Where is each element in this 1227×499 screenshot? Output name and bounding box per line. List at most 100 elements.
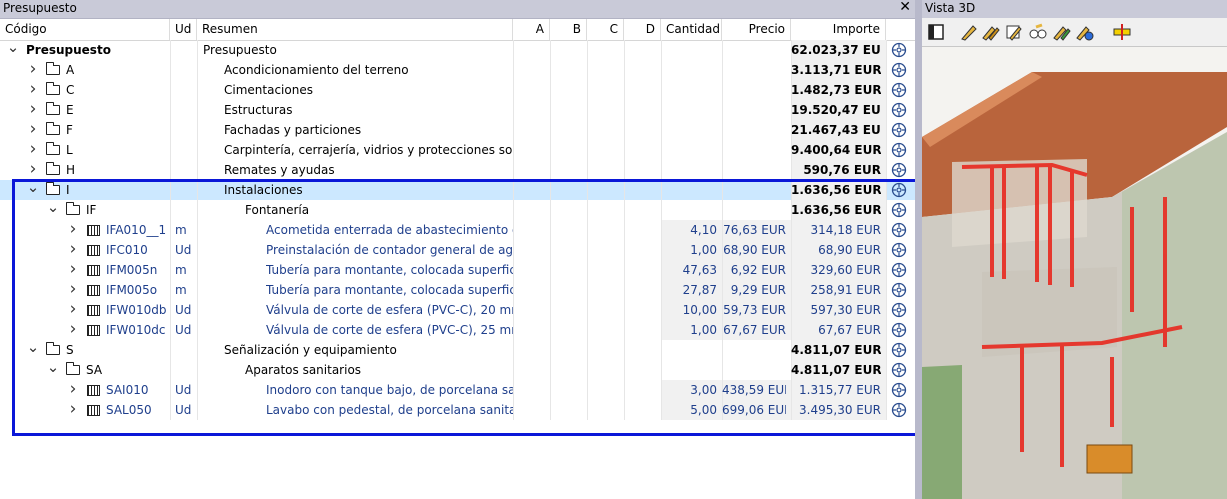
budget-titlebar: Presupuesto ✕ xyxy=(0,0,915,19)
chapter-row[interactable]: › C Cimentaciones 1.482,73 EUR xyxy=(0,80,915,100)
chevron-right-icon[interactable]: › xyxy=(26,140,40,160)
row-quantity xyxy=(661,340,717,360)
column-divider xyxy=(624,40,625,60)
chevron-right-icon[interactable]: › xyxy=(26,60,40,80)
nodes-icon[interactable] xyxy=(1028,22,1048,42)
crosshair-icon[interactable] xyxy=(891,102,907,118)
layout-icon[interactable] xyxy=(926,22,946,42)
row-summary: Fontanería xyxy=(245,203,310,217)
pencil-blue-icon[interactable] xyxy=(1075,22,1095,42)
close-icon[interactable]: ✕ xyxy=(899,0,911,15)
chevron-right-icon[interactable]: › xyxy=(66,380,80,400)
crosshair-icon[interactable] xyxy=(891,82,907,98)
edit-element-icon[interactable] xyxy=(1004,22,1024,42)
crosshair-icon[interactable] xyxy=(891,282,907,298)
crosshair-icon[interactable] xyxy=(891,42,907,58)
table-row[interactable]: › IFW010dc Ud Válvula de corte de esfera (P… xyxy=(0,320,915,340)
chevron-right-icon[interactable]: › xyxy=(26,100,40,120)
chevron-right-icon[interactable]: › xyxy=(66,300,80,320)
view-3d-toolbar xyxy=(922,18,1227,47)
table-row[interactable]: › IFW010db Ud Válvula de corte de esfera (P… xyxy=(0,300,915,320)
chevron-right-icon[interactable]: › xyxy=(26,120,40,140)
chapter-row[interactable]: › L Carpintería, cerrajería, vidrios y pro… xyxy=(0,140,915,160)
row-code: F xyxy=(66,123,73,137)
crosshair-icon[interactable] xyxy=(891,322,907,338)
crosshair-icon[interactable] xyxy=(891,242,907,258)
crosshair-icon[interactable] xyxy=(891,62,907,78)
column-divider xyxy=(513,180,514,200)
column-divider xyxy=(197,160,198,180)
pencil-green-icon[interactable] xyxy=(1052,22,1072,42)
crosshair-icon[interactable] xyxy=(891,162,907,178)
crosshair-icon[interactable] xyxy=(891,142,907,158)
crosshair-icon[interactable] xyxy=(891,342,907,358)
col-header-resumen[interactable]: Resumen xyxy=(197,19,513,40)
chevron-down-icon[interactable]: ⌄ xyxy=(46,200,60,220)
panel-splitter[interactable] xyxy=(915,0,922,499)
column-divider xyxy=(550,400,551,420)
chapter-row[interactable]: ⌄ I Instalaciones 1.636,56 EUR xyxy=(0,180,915,200)
crosshair-icon[interactable] xyxy=(891,402,907,418)
col-header-a[interactable]: A xyxy=(513,19,550,40)
crosshair-icon[interactable] xyxy=(891,182,907,198)
col-header-c[interactable]: C xyxy=(587,19,624,40)
chevron-down-icon[interactable]: ⌄ xyxy=(26,180,40,200)
col-header-precio[interactable]: Precio xyxy=(722,19,791,40)
table-row[interactable]: › IFA010__1 m Acometida enterrada de abaste… xyxy=(0,220,915,240)
table-row[interactable]: › SAL050 Ud Lavabo con pedestal, de porcela… xyxy=(0,400,915,420)
chevron-right-icon[interactable]: › xyxy=(66,220,80,240)
chapter-row[interactable]: ⌄ SA Aparatos sanitarios 4.811,07 EUR xyxy=(0,360,915,380)
column-divider xyxy=(513,80,514,100)
chevron-right-icon[interactable]: › xyxy=(66,280,80,300)
folder-icon xyxy=(45,62,60,75)
chevron-right-icon[interactable]: › xyxy=(66,240,80,260)
row-unit: m xyxy=(175,283,187,297)
row-summary: Acondicionamiento del terreno xyxy=(224,63,409,77)
chapter-row[interactable]: › A Acondicionamiento del terreno 3.113,71 … xyxy=(0,60,915,80)
chevron-right-icon[interactable]: › xyxy=(26,80,40,100)
crosshair-icon[interactable] xyxy=(891,202,907,218)
crosshair-icon[interactable] xyxy=(891,382,907,398)
column-divider xyxy=(550,360,551,380)
chevron-down-icon[interactable]: ⌄ xyxy=(26,340,40,360)
column-divider xyxy=(170,40,171,60)
chevron-down-icon[interactable]: ⌄ xyxy=(46,360,60,380)
chevron-right-icon[interactable]: › xyxy=(66,320,80,340)
table-row[interactable]: › IFM005o m Tubería para montante, colocada… xyxy=(0,280,915,300)
col-header-importe[interactable]: Importe xyxy=(791,19,886,40)
col-header-ud[interactable]: Ud xyxy=(170,19,197,40)
row-amount: 1.315,77 EUR xyxy=(799,383,881,397)
column-divider xyxy=(886,400,887,420)
table-row[interactable]: › IFM005n m Tubería para montante, colocada… xyxy=(0,260,915,280)
highlight-element-icon[interactable] xyxy=(1112,22,1132,42)
crosshair-icon[interactable] xyxy=(891,302,907,318)
crosshair-icon[interactable] xyxy=(891,362,907,378)
table-row[interactable]: › SAI010 Ud Inodoro con tanque bajo, de por… xyxy=(0,380,915,400)
chapter-row[interactable]: › H Remates y ayudas 590,76 EUR xyxy=(0,160,915,180)
chapter-row[interactable]: ⌄ IF Fontanería 1.636,56 EUR xyxy=(0,200,915,220)
chapter-row[interactable]: › F Fachadas y particiones 21.467,43 EUR xyxy=(0,120,915,140)
crosshair-icon[interactable] xyxy=(891,222,907,238)
column-divider xyxy=(197,220,198,240)
chapter-row[interactable]: ⌄ S Señalización y equipamiento 4.811,07 EU… xyxy=(0,340,915,360)
col-header-b[interactable]: B xyxy=(550,19,587,40)
chevron-right-icon[interactable]: › xyxy=(26,160,40,180)
table-row[interactable]: › IFC010 Ud Preinstalación de contador gene… xyxy=(0,240,915,260)
pencil-icon[interactable] xyxy=(959,22,979,42)
col-header-codigo[interactable]: Código xyxy=(0,19,170,40)
col-header-cantidad[interactable]: Cantidad xyxy=(661,19,722,40)
pencil-group-icon[interactable] xyxy=(981,22,1001,42)
chevron-right-icon[interactable]: › xyxy=(66,260,80,280)
chapter-row[interactable]: ⌄ Presupuesto Presupuesto 62.023,37 EUR xyxy=(0,40,915,60)
chevron-down-icon[interactable]: ⌄ xyxy=(6,40,20,60)
column-divider xyxy=(550,240,551,260)
col-header-d[interactable]: D xyxy=(624,19,661,40)
chapter-row[interactable]: › E Estructuras 19.520,47 EUR xyxy=(0,100,915,120)
row-amount: 68,90 EUR xyxy=(818,243,881,257)
crosshair-icon[interactable] xyxy=(891,262,907,278)
row-amount: 4.811,07 EUR xyxy=(791,363,881,377)
chevron-right-icon[interactable]: › xyxy=(66,400,80,420)
crosshair-icon[interactable] xyxy=(891,122,907,138)
column-divider xyxy=(624,160,625,180)
row-quantity: 5,00 xyxy=(690,403,717,417)
